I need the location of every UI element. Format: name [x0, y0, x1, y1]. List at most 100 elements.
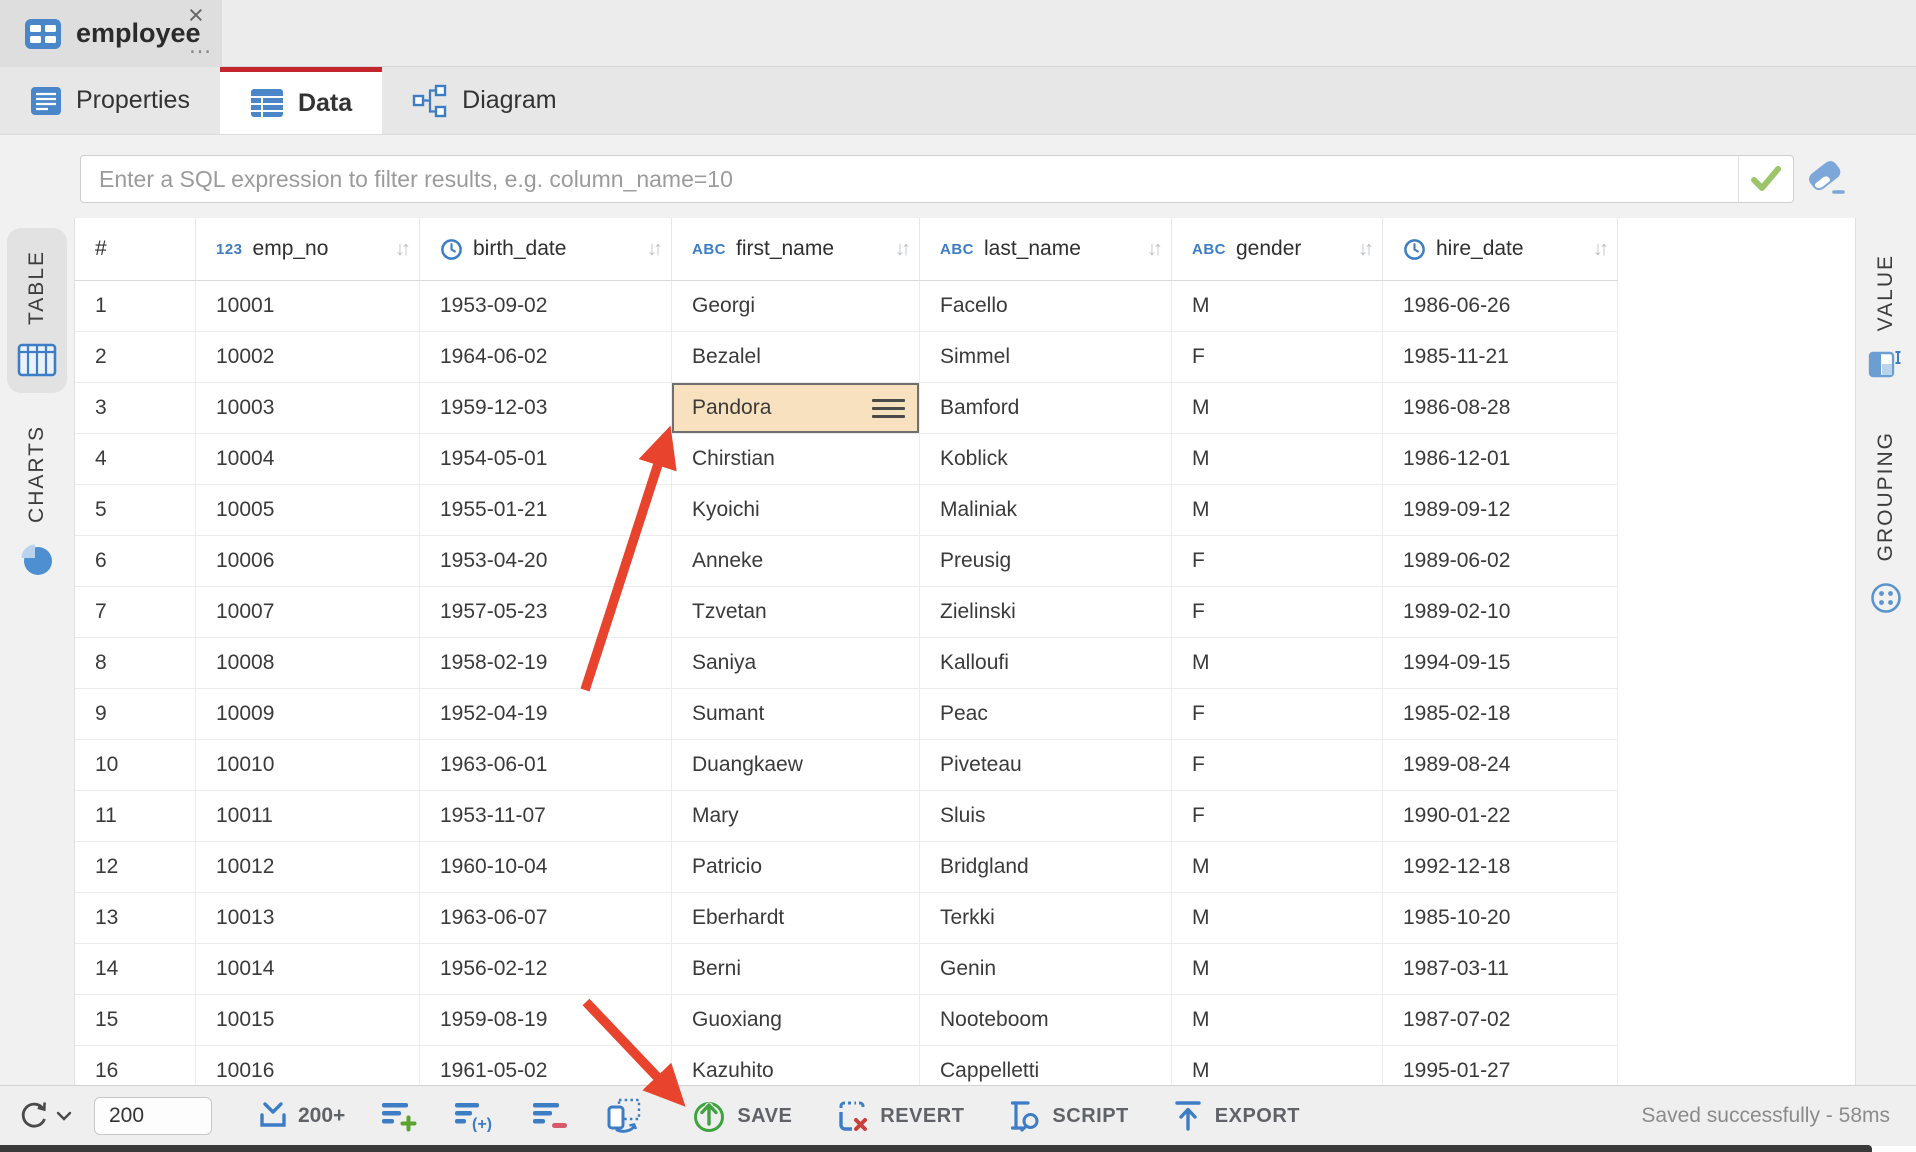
sort-icon[interactable]: ↓↑ [1358, 238, 1370, 261]
column-header-emp_no[interactable]: 123emp_no↓↑ [196, 218, 420, 280]
table-cell[interactable]: Anneke [672, 536, 920, 586]
table-cell[interactable]: 1989-08-24 [1383, 740, 1618, 790]
table-cell[interactable]: Facello [920, 281, 1172, 331]
table-cell[interactable]: 10006 [196, 536, 420, 586]
table-cell[interactable]: Guoxiang [672, 995, 920, 1045]
table-cell[interactable]: Patricio [672, 842, 920, 892]
table-cell[interactable]: Preusig [920, 536, 1172, 586]
table-cell[interactable]: 10014 [196, 944, 420, 994]
row-number-cell[interactable]: 7 [75, 587, 196, 637]
clear-filter-button[interactable] [1806, 159, 1848, 199]
table-cell[interactable]: 1989-06-02 [1383, 536, 1618, 586]
table-cell[interactable]: M [1172, 383, 1383, 433]
table-cell[interactable]: Piveteau [920, 740, 1172, 790]
table-cell[interactable]: Berni [672, 944, 920, 994]
duplicate-row-button[interactable]: (+) [454, 1100, 496, 1132]
tab-data[interactable]: Data [220, 67, 382, 134]
script-button[interactable]: SCRIPT [1006, 1098, 1128, 1134]
table-cell[interactable]: Tzvetan [672, 587, 920, 637]
row-number-cell[interactable]: 4 [75, 434, 196, 484]
table-cell[interactable]: 10004 [196, 434, 420, 484]
table-cell[interactable]: 1986-12-01 [1383, 434, 1618, 484]
row-number-cell[interactable]: 8 [75, 638, 196, 688]
table-cell[interactable]: M [1172, 995, 1383, 1045]
table-cell[interactable]: Sluis [920, 791, 1172, 841]
row-number-cell[interactable]: 10 [75, 740, 196, 790]
row-number-cell[interactable]: 5 [75, 485, 196, 535]
selected-cell[interactable]: Pandora [672, 383, 920, 433]
table-cell[interactable]: F [1172, 791, 1383, 841]
table-cell[interactable]: F [1172, 587, 1383, 637]
rail-item-grouping[interactable]: GROUPING [1858, 409, 1914, 631]
table-cell[interactable]: Saniya [672, 638, 920, 688]
table-cell[interactable]: 1958-02-19 [420, 638, 672, 688]
overflow-icon[interactable]: … [188, 34, 213, 58]
table-cell[interactable]: Duangkaew [672, 740, 920, 790]
tab-diagram[interactable]: Diagram [382, 67, 586, 134]
table-cell[interactable]: Koblick [920, 434, 1172, 484]
save-button[interactable]: SAVE [691, 1098, 792, 1134]
cell-menu-icon[interactable] [872, 394, 905, 423]
table-cell[interactable]: 10005 [196, 485, 420, 535]
table-cell[interactable]: 10007 [196, 587, 420, 637]
table-cell[interactable]: 10012 [196, 842, 420, 892]
row-number-cell[interactable]: 12 [75, 842, 196, 892]
refresh-row-button[interactable] [605, 1098, 643, 1134]
table-cell[interactable]: M [1172, 893, 1383, 943]
table-cell[interactable]: Bezalel [672, 332, 920, 382]
table-cell[interactable]: Terkki [920, 893, 1172, 943]
table-cell[interactable]: Kyoichi [672, 485, 920, 535]
table-cell[interactable]: 10011 [196, 791, 420, 841]
table-cell[interactable]: 1989-02-10 [1383, 587, 1618, 637]
sort-icon[interactable]: ↓↑ [895, 238, 907, 261]
row-number-cell[interactable]: 15 [75, 995, 196, 1045]
table-cell[interactable]: M [1172, 485, 1383, 535]
table-cell[interactable]: 10013 [196, 893, 420, 943]
table-cell[interactable]: Kalloufi [920, 638, 1172, 688]
table-cell[interactable]: 1960-10-04 [420, 842, 672, 892]
table-cell[interactable]: 1954-05-01 [420, 434, 672, 484]
table-cell[interactable]: Nooteboom [920, 995, 1172, 1045]
table-cell[interactable]: F [1172, 332, 1383, 382]
row-number-cell[interactable]: 2 [75, 332, 196, 382]
rail-item-table[interactable]: TABLE [7, 228, 67, 393]
table-cell[interactable]: Bridgland [920, 842, 1172, 892]
row-number-cell[interactable]: 9 [75, 689, 196, 739]
table-cell[interactable]: Mary [672, 791, 920, 841]
table-cell[interactable]: F [1172, 740, 1383, 790]
sort-icon[interactable]: ↓↑ [647, 238, 659, 261]
table-cell[interactable]: Genin [920, 944, 1172, 994]
table-cell[interactable]: Peac [920, 689, 1172, 739]
refresh-button[interactable] [16, 1098, 72, 1134]
table-cell[interactable]: 10010 [196, 740, 420, 790]
table-cell[interactable]: 1963-06-07 [420, 893, 672, 943]
table-cell[interactable]: M [1172, 281, 1383, 331]
table-cell[interactable]: M [1172, 944, 1383, 994]
export-button[interactable]: EXPORT [1171, 1098, 1300, 1134]
table-cell[interactable]: Eberhardt [672, 893, 920, 943]
delete-row-button[interactable] [532, 1100, 569, 1132]
table-cell[interactable]: Georgi [672, 281, 920, 331]
table-cell[interactable]: 1956-02-12 [420, 944, 672, 994]
table-cell[interactable]: Sumant [672, 689, 920, 739]
table-cell[interactable]: 1964-06-02 [420, 332, 672, 382]
table-cell[interactable]: 1994-09-15 [1383, 638, 1618, 688]
table-cell[interactable]: 1953-09-02 [420, 281, 672, 331]
table-cell[interactable]: 1992-12-18 [1383, 842, 1618, 892]
table-cell[interactable]: F [1172, 536, 1383, 586]
table-cell[interactable]: 10001 [196, 281, 420, 331]
sort-icon[interactable]: ↓↑ [1147, 238, 1159, 261]
table-cell[interactable]: 1952-04-19 [420, 689, 672, 739]
table-cell[interactable]: 1987-03-11 [1383, 944, 1618, 994]
table-cell[interactable]: 1953-11-07 [420, 791, 672, 841]
table-cell[interactable]: 10009 [196, 689, 420, 739]
table-cell[interactable]: 1955-01-21 [420, 485, 672, 535]
table-cell[interactable]: 1985-10-20 [1383, 893, 1618, 943]
table-cell[interactable]: 10015 [196, 995, 420, 1045]
row-number-cell[interactable]: 13 [75, 893, 196, 943]
sort-icon[interactable]: ↓↑ [395, 238, 407, 261]
apply-filter-button[interactable] [1738, 156, 1793, 202]
revert-button[interactable]: REVERT [834, 1098, 964, 1134]
table-cell[interactable]: F [1172, 689, 1383, 739]
close-icon[interactable]: × [188, 2, 204, 29]
